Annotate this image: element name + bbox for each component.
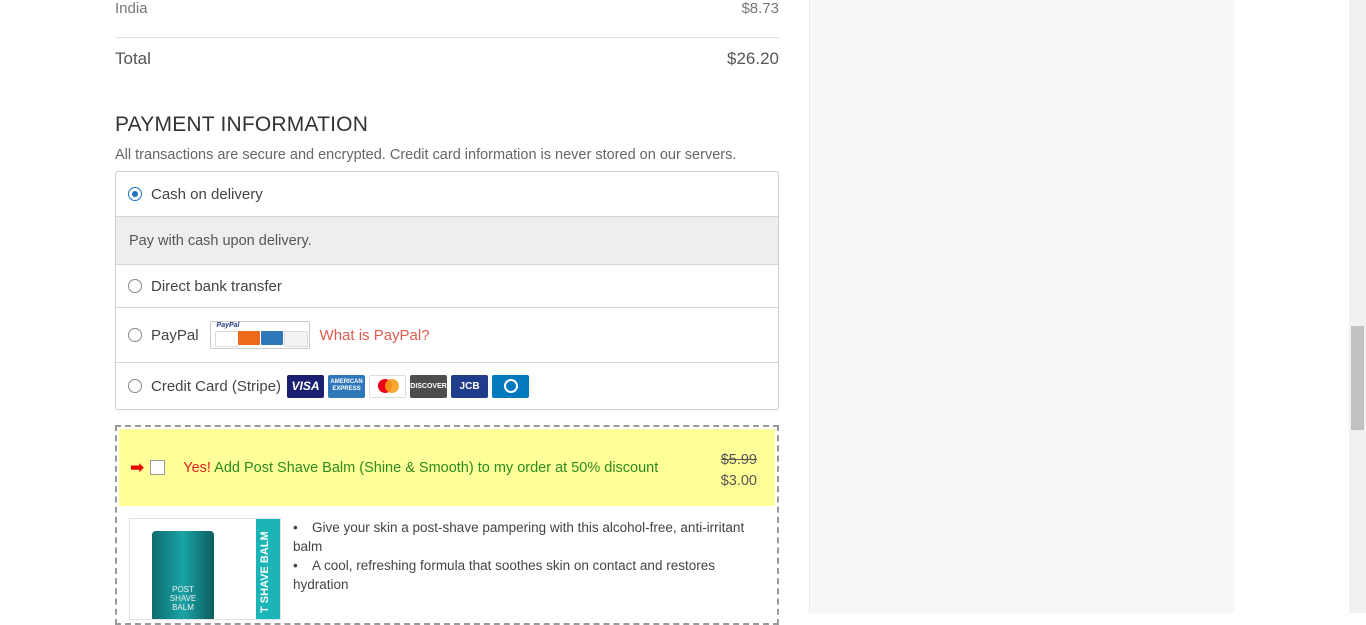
total-row: Total $26.20 <box>115 49 779 69</box>
mini-visa-icon <box>214 331 239 347</box>
mini-mastercard-icon <box>237 331 260 345</box>
cod-description-box: Pay with cash upon delivery. <box>116 217 778 265</box>
card-brand-icons: VISA AMERICAN EXPRESS DISCOVER JCB <box>287 374 530 398</box>
upsell-offer-checkbox[interactable] <box>150 460 166 475</box>
amex-card-icon: AMERICAN EXPRESS <box>328 374 366 398</box>
stripe-radio[interactable] <box>128 379 142 393</box>
what-is-paypal-link[interactable]: What is PayPal? <box>320 327 430 344</box>
mastercard-card-icon <box>369 374 407 398</box>
bank-transfer-label[interactable]: Direct bank transfer <box>151 278 282 295</box>
upsell-offer-prices: $5.99 $3.00 <box>721 450 757 492</box>
mini-discover-icon <box>283 331 308 347</box>
upsell-old-price: $5.99 <box>720 452 757 468</box>
visa-card-icon: VISA <box>287 374 325 398</box>
paypal-radio[interactable] <box>128 328 142 342</box>
payment-method-paypal[interactable]: PayPal PayPal What is PayPal? <box>116 308 778 363</box>
payment-method-stripe[interactable]: Credit Card (Stripe) VISA AMERICAN EXPRE… <box>116 363 778 409</box>
mini-amex-icon <box>260 331 283 345</box>
page-scrollbar-track[interactable] <box>1349 0 1366 613</box>
upsell-product-image: POST SHAVE BALM T SHAVE BALM <box>129 518 281 620</box>
payment-section-title: PAYMENT INFORMATION <box>115 113 369 136</box>
upsell-offer-yes: Yes! <box>183 459 211 476</box>
upsell-new-price: $3.00 <box>720 473 757 489</box>
upsell-offer-text[interactable]: Yes! Add Post Shave Balm (Shine & Smooth… <box>183 460 658 476</box>
cod-description: Pay with cash upon delivery. <box>129 232 312 249</box>
upsell-offer-header: ➡ Yes! Add Post Shave Balm (Shine & Smoo… <box>119 429 775 506</box>
paypal-label[interactable]: PayPal <box>151 327 199 344</box>
summary-divider <box>115 37 779 38</box>
discover-card-icon: DISCOVER <box>410 374 448 398</box>
upsell-bullet-item: Give your skin a post-shave pampering wi… <box>293 518 763 556</box>
upsell-offer-description: Add Post Shave Balm (Shine & Smooth) to … <box>214 459 659 476</box>
page-scrollbar-thumb[interactable] <box>1351 326 1364 430</box>
cod-label[interactable]: Cash on delivery <box>151 186 263 203</box>
payment-methods-list: Cash on delivery Pay with cash upon deli… <box>115 171 779 410</box>
shipping-country-row: India $8.73 <box>115 0 779 17</box>
stripe-label[interactable]: Credit Card (Stripe) <box>151 378 281 395</box>
paypal-acceptance-logo: PayPal <box>209 321 310 349</box>
total-label: Total <box>115 49 151 68</box>
country-amount: $8.73 <box>741 0 779 17</box>
jcb-card-icon: JCB <box>451 374 489 398</box>
paypal-logo-text: PayPal <box>216 322 240 329</box>
country-label: India <box>115 0 148 17</box>
payment-method-cod[interactable]: Cash on delivery <box>116 172 778 217</box>
payment-section-description: All transactions are secure and encrypte… <box>115 147 737 163</box>
payment-method-bank-transfer[interactable]: Direct bank transfer <box>116 265 778 308</box>
upsell-offer-box: ➡ Yes! Add Post Shave Balm (Shine & Smoo… <box>115 425 779 625</box>
bank-transfer-radio[interactable] <box>128 279 142 293</box>
product-side-label: T SHAVE BALM <box>259 531 271 613</box>
upsell-bullet-item: A cool, refreshing formula that soothes … <box>293 556 763 594</box>
upsell-product-bullets: Give your skin a post-shave pampering wi… <box>293 518 763 594</box>
cod-radio[interactable] <box>128 187 142 201</box>
order-sidebar-panel <box>809 0 1234 613</box>
total-amount: $26.20 <box>727 49 779 68</box>
diners-club-card-icon <box>492 374 530 398</box>
product-tube-label: POST SHAVE BALM <box>169 585 197 612</box>
arrow-right-icon: ➡ <box>130 457 145 477</box>
